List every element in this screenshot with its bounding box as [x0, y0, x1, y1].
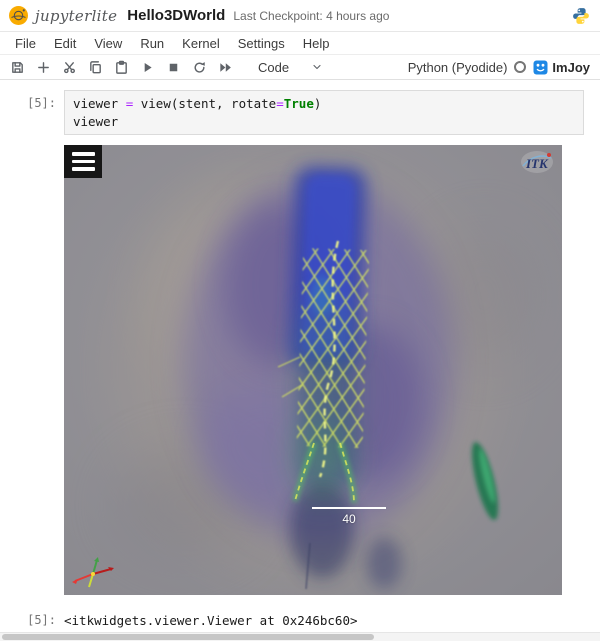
menu-run[interactable]: Run	[131, 34, 173, 53]
add-cell-icon	[36, 60, 51, 75]
run-icon	[140, 60, 155, 75]
svg-text:ITK: ITK	[525, 156, 549, 171]
scale-bar-label: 40	[312, 512, 386, 526]
notebook-content: [5]: viewer = view(stent, rotate=True) v…	[0, 80, 600, 628]
cell-type-dropdown[interactable]: Code	[258, 60, 323, 75]
imjoy-icon	[533, 60, 548, 75]
add-cell-button[interactable]	[36, 60, 51, 75]
checkpoint-status: Last Checkpoint: 4 hours ago	[233, 9, 389, 23]
output-repr: <itkwidgets.viewer.Viewer at 0x246bc60>	[64, 607, 358, 628]
paste-cell-button[interactable]	[114, 60, 129, 75]
itk-logo-icon: ITK	[520, 149, 554, 175]
copy-icon	[88, 60, 103, 75]
title-group: Hello3DWorld Last Checkpoint: 4 hours ag…	[127, 7, 389, 24]
kernel-name[interactable]: Python (Pyodide)	[408, 60, 508, 75]
scale-bar-line	[312, 507, 386, 509]
jupyterlite-logo[interactable]: jupyterlite	[8, 5, 117, 26]
code-cell: [5]: viewer = view(stent, rotate=True) v…	[14, 90, 584, 135]
jupyterlite-logo-icon	[8, 5, 29, 26]
menu-bar: File Edit View Run Kernel Settings Help	[0, 32, 600, 54]
code-editor[interactable]: viewer = view(stent, rotate=True) viewer	[64, 90, 584, 135]
scrollbar-thumb[interactable]	[2, 634, 374, 640]
menu-view[interactable]: View	[85, 34, 131, 53]
cut-icon	[62, 60, 77, 75]
interrupt-kernel-button[interactable]	[166, 60, 181, 75]
volume-rendering-canvas[interactable]	[64, 145, 562, 595]
notebook-title[interactable]: Hello3DWorld	[127, 7, 225, 24]
restart-run-all-button[interactable]	[218, 60, 233, 75]
save-icon	[10, 60, 25, 75]
run-cell-button[interactable]	[140, 60, 155, 75]
menu-edit[interactable]: Edit	[45, 34, 85, 53]
logo-text: jupyterlite	[35, 7, 117, 25]
imjoy-button[interactable]: ImJoy	[533, 60, 590, 75]
output-prompt: [5]:	[14, 607, 64, 627]
copy-cell-button[interactable]	[88, 60, 103, 75]
text-output-area: [5]: <itkwidgets.viewer.Viewer at 0x246b…	[14, 607, 584, 628]
notebook-toolbar: Code Python (Pyodide) ImJoy	[0, 54, 600, 80]
code-line-1: viewer = view(stent, rotate=True)	[73, 95, 575, 113]
itk-3d-viewer[interactable]: ITK 40	[64, 145, 562, 595]
restart-kernel-icon	[192, 60, 207, 75]
imjoy-label: ImJoy	[552, 60, 590, 75]
menu-settings[interactable]: Settings	[229, 34, 294, 53]
cell-type-value: Code	[258, 60, 289, 75]
orientation-axes-icon	[70, 557, 116, 591]
stop-icon	[166, 60, 181, 75]
menu-file[interactable]: File	[6, 34, 45, 53]
scale-bar: 40	[312, 507, 386, 526]
menu-kernel[interactable]: Kernel	[173, 34, 229, 53]
kernel-status-icon	[514, 61, 526, 73]
code-line-2: viewer	[73, 113, 575, 131]
hamburger-menu-icon[interactable]	[64, 145, 102, 178]
widget-output-area: ITK 40	[14, 145, 584, 595]
chevron-down-icon	[311, 61, 323, 73]
cut-cell-button[interactable]	[62, 60, 77, 75]
horizontal-scrollbar[interactable]	[0, 632, 600, 641]
header: jupyterlite Hello3DWorld Last Checkpoint…	[0, 0, 600, 32]
restart-run-all-icon	[218, 60, 233, 75]
input-prompt: [5]:	[14, 90, 64, 110]
menu-help[interactable]: Help	[294, 34, 339, 53]
paste-icon	[114, 60, 129, 75]
save-button[interactable]	[10, 60, 25, 75]
restart-kernel-button[interactable]	[192, 60, 207, 75]
python-logo-icon	[572, 7, 590, 25]
